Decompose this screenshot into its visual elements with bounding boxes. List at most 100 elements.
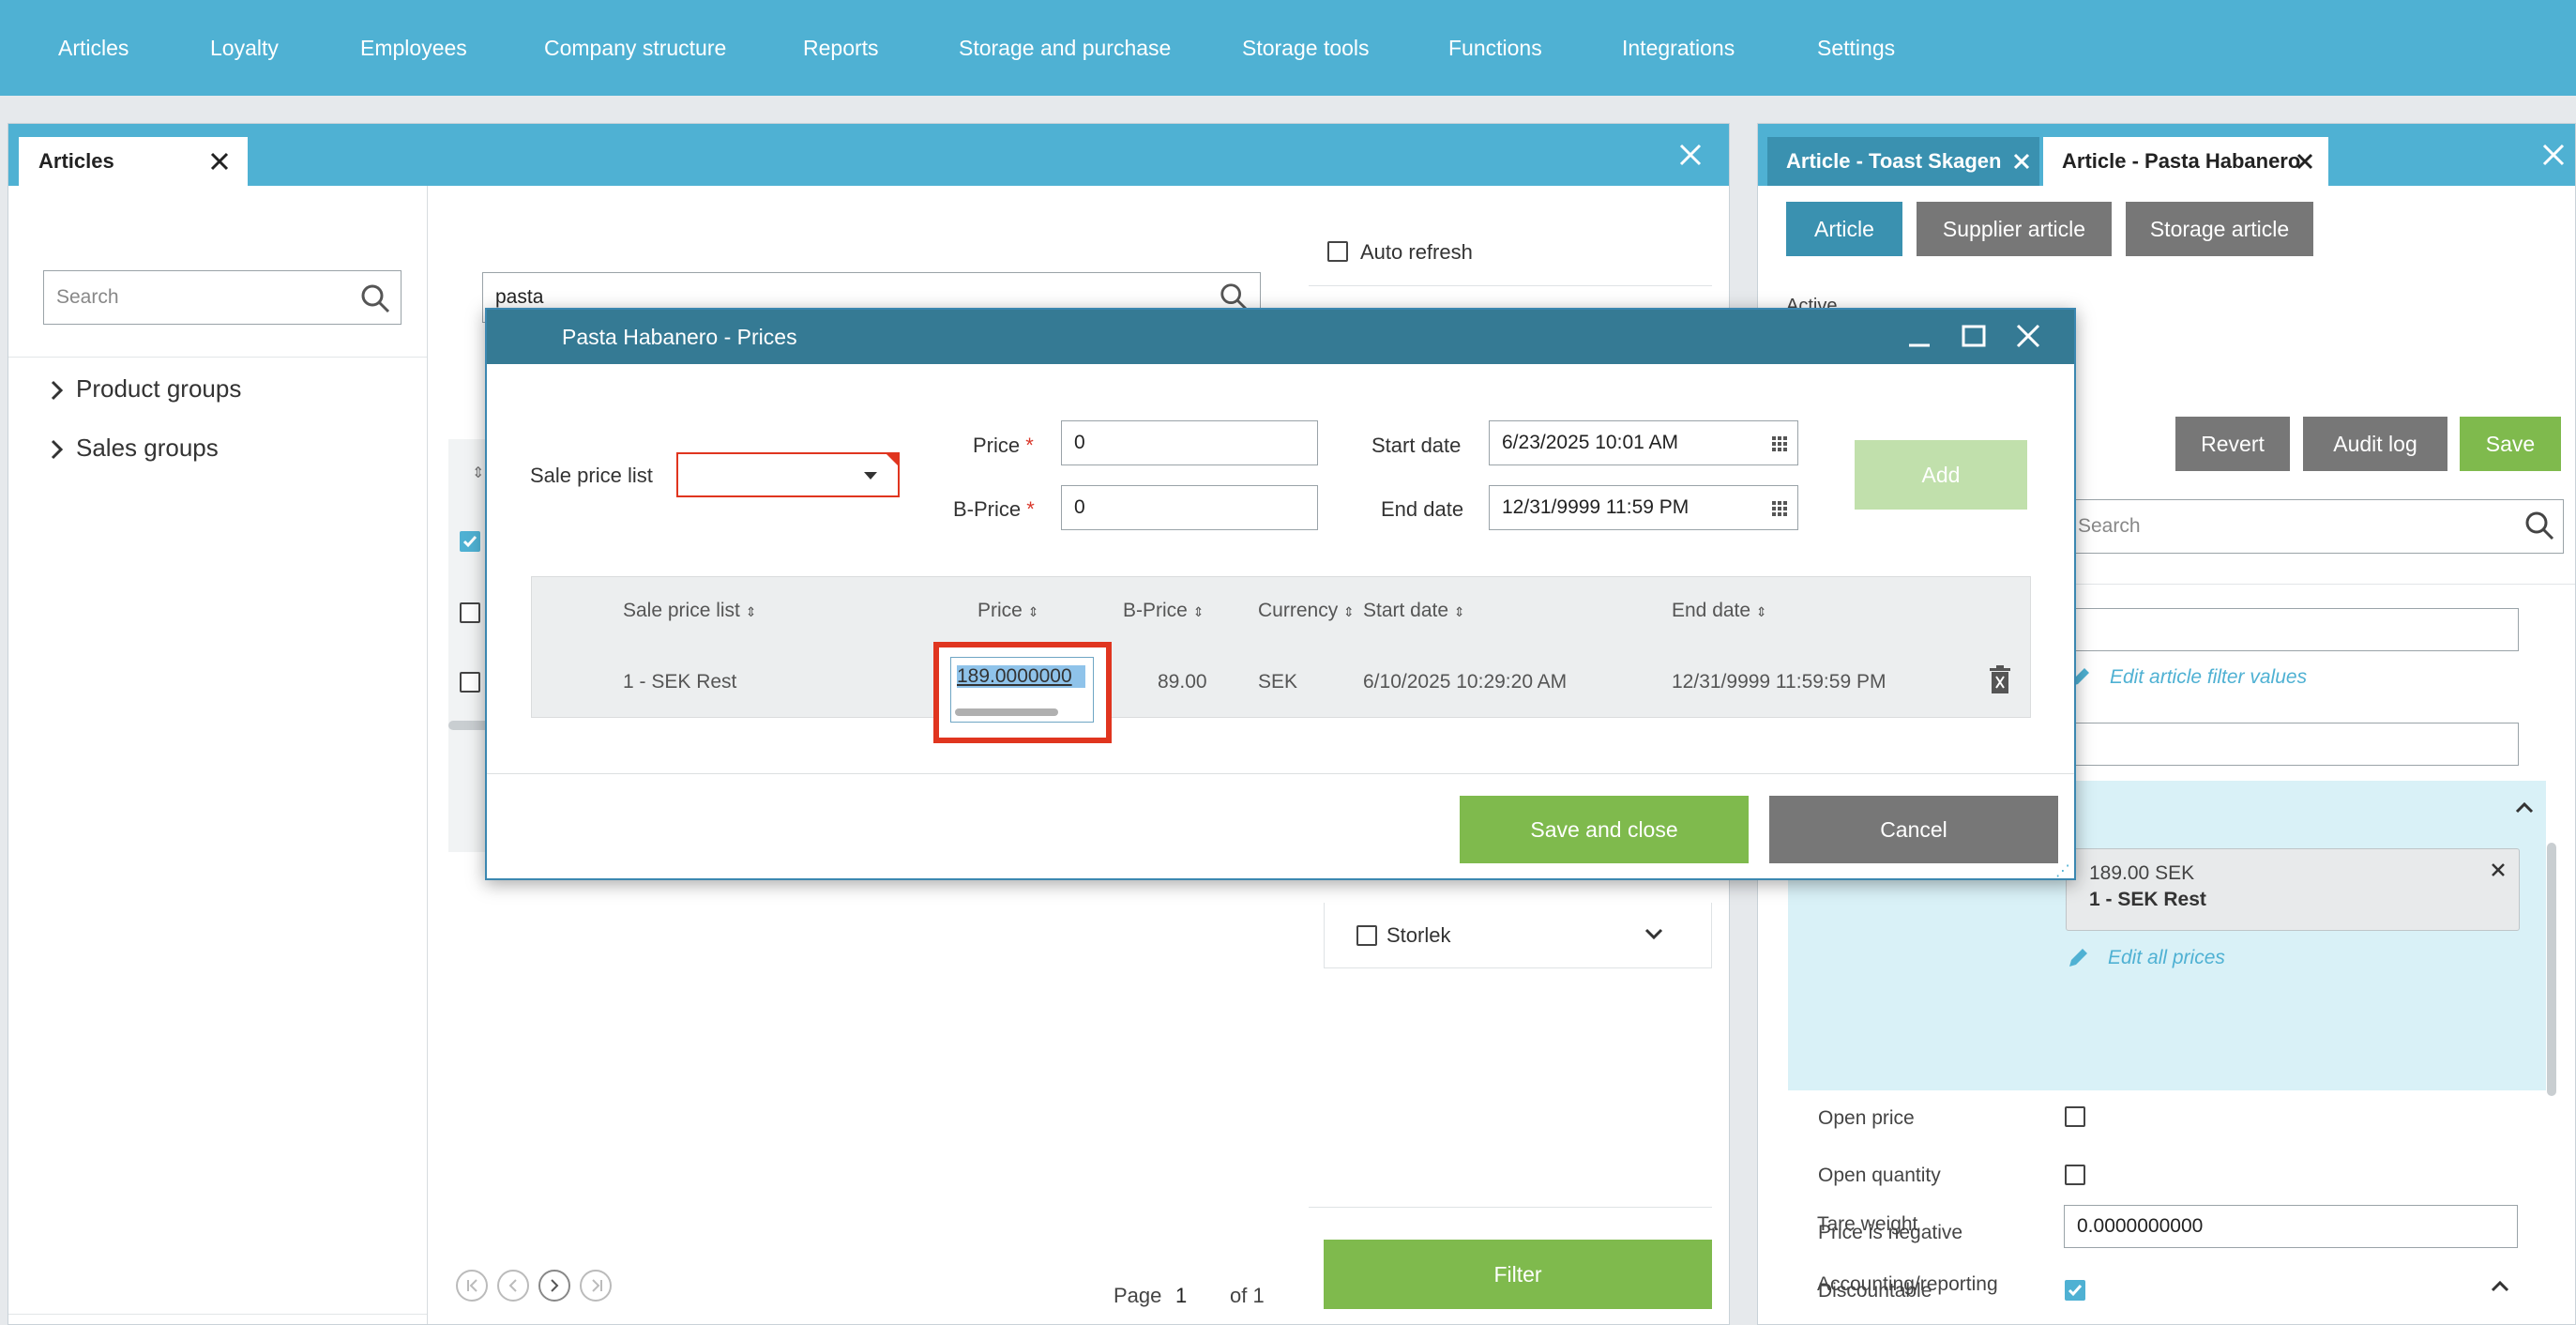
article-secondary-field[interactable] (2065, 723, 2519, 766)
close-icon[interactable] (2015, 323, 2041, 349)
discountable-checkbox[interactable] (2065, 1280, 2085, 1301)
save-and-close-button[interactable]: Save and close (1460, 796, 1749, 863)
close-icon[interactable] (209, 151, 230, 172)
vertical-scrollbar[interactable] (2547, 843, 2556, 1096)
cancel-button[interactable]: Cancel (1769, 796, 2058, 863)
close-icon[interactable] (2013, 153, 2030, 170)
nav-loyalty[interactable]: Loyalty (210, 0, 279, 96)
auto-refresh-checkbox[interactable] (1327, 241, 1348, 262)
chevron-up-icon[interactable] (2490, 1278, 2510, 1293)
article-search-input[interactable]: Search (2065, 499, 2564, 554)
price-card-amount: 189.00 SEK (2089, 862, 2195, 884)
sale-price-list-label: Sale price list (530, 464, 653, 487)
open-quantity-label: Open quantity (1818, 1165, 1941, 1186)
filter-button[interactable]: Filter (1324, 1240, 1712, 1309)
storlek-label: Storlek (1386, 923, 1451, 947)
panel-close-icon[interactable] (1678, 143, 1703, 167)
cell-b-price: 89.00 (1158, 671, 1207, 693)
search-icon[interactable] (359, 282, 391, 314)
column-b-price[interactable]: B-Price ⇕ (1123, 600, 1204, 622)
tab-articles[interactable]: Articles (19, 137, 248, 186)
accounting-reporting-label: Accounting/reporting (1817, 1273, 1998, 1295)
column-end-date[interactable]: End date ⇕ (1672, 600, 1767, 622)
subtab-article[interactable]: Article (1786, 202, 1902, 256)
nav-company-structure[interactable]: Company structure (544, 0, 726, 96)
panel-close-icon[interactable] (2541, 143, 2566, 167)
remove-price-icon[interactable] (2491, 862, 2506, 877)
calendar-icon[interactable] (1771, 435, 1788, 452)
sale-price-list-dropdown[interactable] (676, 452, 900, 497)
required-corner-icon (886, 454, 898, 465)
prices-grid: Sale price list ⇕ Price ⇕ B-Price ⇕ Curr… (531, 576, 2031, 743)
divider (1309, 285, 1712, 286)
tab-articles-label: Articles (38, 149, 114, 173)
tree-item-product-groups[interactable]: Product groups (50, 368, 241, 409)
column-price[interactable]: Price ⇕ (977, 600, 1038, 622)
close-icon[interactable] (2296, 153, 2313, 170)
auto-refresh-label: Auto refresh (1360, 240, 1473, 264)
tab-article-toast-skagen[interactable]: Article - Toast Skagen (1767, 137, 2039, 186)
resize-grip-icon[interactable]: ⋰ (2055, 861, 2070, 880)
revert-button[interactable]: Revert (2175, 417, 2290, 471)
chevron-right-icon (51, 440, 64, 460)
sort-icon[interactable]: ⇕ (472, 464, 484, 482)
nav-reports[interactable]: Reports (803, 0, 879, 96)
column-start-date[interactable]: Start date ⇕ (1363, 600, 1465, 622)
storlek-checkbox[interactable] (1356, 925, 1377, 946)
search-icon[interactable] (2523, 510, 2555, 541)
minimize-icon[interactable] (1906, 323, 1932, 349)
start-date-input[interactable]: 6/23/2025 10:01 AM (1489, 420, 1798, 465)
price-cell-editor[interactable]: 189.0000000 (950, 657, 1094, 723)
dialog-footer-divider (487, 773, 2074, 774)
edit-all-prices-link[interactable]: Edit all prices (2108, 947, 2225, 969)
nav-articles[interactable]: Articles (58, 0, 129, 96)
tree-search-input[interactable]: Search (43, 270, 402, 325)
chevron-up-icon[interactable] (2514, 800, 2535, 815)
add-button[interactable]: Add (1855, 440, 2027, 510)
tree-sidebar: Search Product groups Sales groups (8, 186, 428, 1324)
open-quantity-checkbox[interactable] (2065, 1165, 2085, 1185)
end-date-input[interactable]: 12/31/9999 11:59 PM (1489, 485, 1798, 530)
prices-dialog: Pasta Habanero - Prices Sale price list … (485, 308, 2076, 880)
page-label: Page (1114, 1284, 1162, 1307)
price-input[interactable]: 0 (1061, 420, 1318, 465)
save-button[interactable]: Save (2460, 417, 2561, 471)
open-price-checkbox[interactable] (2065, 1106, 2085, 1127)
cell-sale-price-list: 1 - SEK Rest (623, 671, 737, 693)
tab-article-pasta-habanero[interactable]: Article - Pasta Habanero (2043, 137, 2328, 186)
article-filter-field[interactable] (2065, 608, 2519, 651)
nav-functions[interactable]: Functions (1448, 0, 1542, 96)
audit-log-button[interactable]: Audit log (2303, 417, 2447, 471)
nav-storage-tools[interactable]: Storage tools (1242, 0, 1370, 96)
select-all-checkbox[interactable] (460, 531, 480, 552)
filter-storlek[interactable]: Storlek (1324, 903, 1712, 968)
nav-integrations[interactable]: Integrations (1622, 0, 1735, 96)
row-checkbox[interactable] (460, 602, 480, 623)
chevron-down-icon[interactable] (1644, 927, 1664, 942)
calendar-icon[interactable] (1771, 500, 1788, 517)
caret-down-icon (864, 472, 877, 480)
price-cell-value: 189.0000000 (957, 665, 1085, 688)
page-number[interactable]: 1 (1175, 1284, 1187, 1308)
subtab-supplier-article[interactable]: Supplier article (1917, 202, 2112, 256)
edit-article-filter-link[interactable]: Edit article filter values (2110, 666, 2307, 689)
cell-start-date: 6/10/2025 10:29:20 AM (1363, 671, 1568, 693)
divider (8, 357, 427, 358)
cell-scrollbar[interactable] (955, 708, 1058, 716)
nav-storage-and-purchase[interactable]: Storage and purchase (959, 0, 1171, 96)
tree-item-sales-groups[interactable]: Sales groups (50, 427, 219, 468)
nav-settings[interactable]: Settings (1817, 0, 1895, 96)
end-date-label: End date (1381, 497, 1464, 521)
price-card[interactable]: 189.00 SEK 1 - SEK Rest (2066, 848, 2520, 931)
subtab-storage-article[interactable]: Storage article (2126, 202, 2313, 256)
delete-icon[interactable] (1989, 665, 2011, 695)
row-checkbox[interactable] (460, 672, 480, 693)
tare-weight-input[interactable]: 0.0000000000 (2064, 1205, 2518, 1248)
column-currency[interactable]: Currency ⇕ (1258, 600, 1355, 622)
nav-employees[interactable]: Employees (360, 0, 467, 96)
column-sale-price-list[interactable]: Sale price list ⇕ (623, 600, 756, 622)
maximize-icon[interactable] (1961, 323, 1987, 349)
tree-item-label: Sales groups (76, 434, 219, 462)
pencil-icon[interactable] (2066, 946, 2090, 970)
b-price-input[interactable]: 0 (1061, 485, 1318, 530)
